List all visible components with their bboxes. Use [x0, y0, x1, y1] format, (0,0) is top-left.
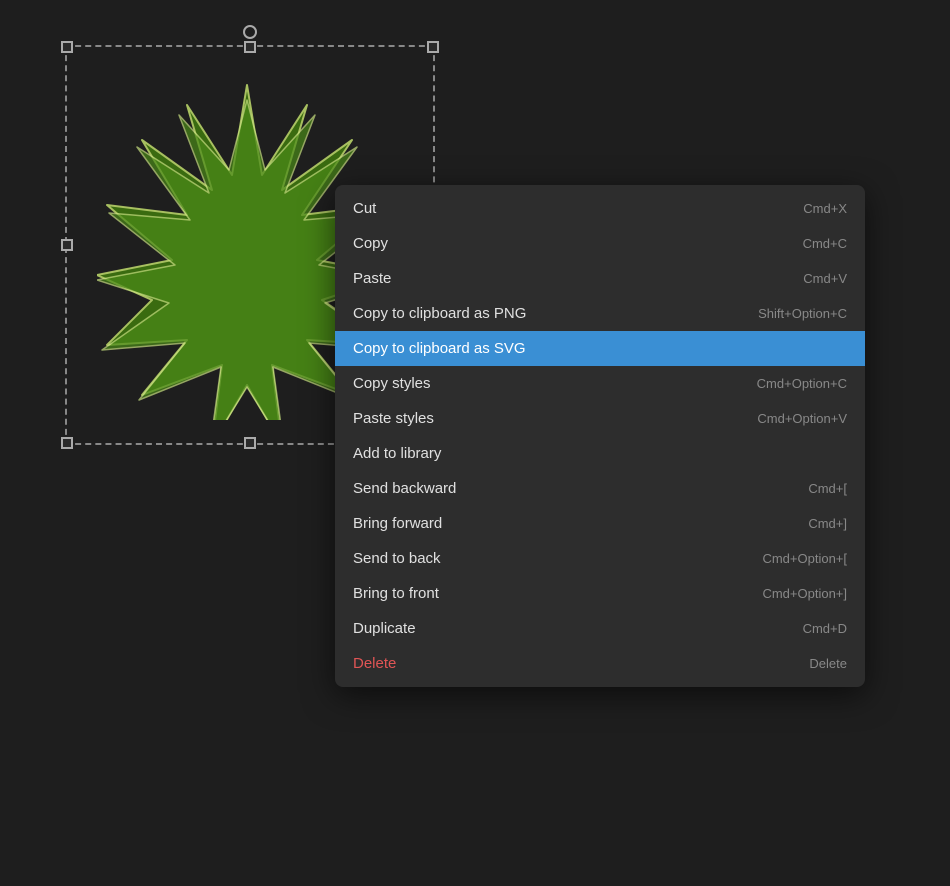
menu-item-label-copy-png: Copy to clipboard as PNG: [353, 305, 526, 322]
menu-item-shortcut-paste: Cmd+V: [803, 271, 847, 286]
menu-item-cut[interactable]: Cut Cmd+X: [335, 191, 865, 226]
handle-top-left[interactable]: [61, 41, 73, 53]
menu-item-shortcut-copy-styles: Cmd+Option+C: [757, 376, 847, 391]
menu-item-shortcut-delete: Delete: [809, 656, 847, 671]
menu-item-label-delete: Delete: [353, 655, 396, 672]
menu-item-shortcut-cut: Cmd+X: [803, 201, 847, 216]
menu-item-copy[interactable]: Copy Cmd+C: [335, 226, 865, 261]
canvas: Cut Cmd+X Copy Cmd+C Paste Cmd+V Copy to clipb…: [0, 0, 950, 886]
handle-middle-left[interactable]: [61, 239, 73, 251]
menu-item-label-bring-forward: Bring forward: [353, 515, 442, 532]
menu-item-label-paste-styles: Paste styles: [353, 410, 434, 427]
menu-item-label-paste: Paste: [353, 270, 391, 287]
menu-item-label-cut: Cut: [353, 200, 376, 217]
menu-item-label-copy: Copy: [353, 235, 388, 252]
menu-item-shortcut-paste-styles: Cmd+Option+V: [757, 411, 847, 426]
menu-item-label-send-back: Send to back: [353, 550, 441, 567]
menu-item-shortcut-send-backward: Cmd+[: [808, 481, 847, 496]
menu-item-label-add-library: Add to library: [353, 445, 441, 462]
menu-item-shortcut-send-back: Cmd+Option+[: [762, 551, 847, 566]
menu-item-shortcut-bring-front: Cmd+Option+]: [762, 586, 847, 601]
menu-item-label-send-backward: Send backward: [353, 480, 456, 497]
menu-item-shortcut-copy: Cmd+C: [803, 236, 847, 251]
handle-bottom-middle[interactable]: [244, 437, 256, 449]
menu-item-shortcut-bring-forward: Cmd+]: [808, 516, 847, 531]
menu-item-shortcut-duplicate: Cmd+D: [803, 621, 847, 636]
menu-item-bring-front[interactable]: Bring to front Cmd+Option+]: [335, 576, 865, 611]
menu-item-send-back[interactable]: Send to back Cmd+Option+[: [335, 541, 865, 576]
menu-item-label-copy-styles: Copy styles: [353, 375, 431, 392]
menu-item-add-library[interactable]: Add to library: [335, 436, 865, 471]
menu-item-paste[interactable]: Paste Cmd+V: [335, 261, 865, 296]
menu-item-duplicate[interactable]: Duplicate Cmd+D: [335, 611, 865, 646]
handle-bottom-left[interactable]: [61, 437, 73, 449]
menu-item-copy-png[interactable]: Copy to clipboard as PNG Shift+Option+C: [335, 296, 865, 331]
menu-item-paste-styles[interactable]: Paste styles Cmd+Option+V: [335, 401, 865, 436]
rotate-handle[interactable]: [243, 25, 257, 39]
handle-top-right[interactable]: [427, 41, 439, 53]
menu-item-copy-styles[interactable]: Copy styles Cmd+Option+C: [335, 366, 865, 401]
menu-item-label-copy-svg: Copy to clipboard as SVG: [353, 340, 526, 357]
menu-item-bring-forward[interactable]: Bring forward Cmd+]: [335, 506, 865, 541]
menu-item-label-bring-front: Bring to front: [353, 585, 439, 602]
menu-item-copy-svg[interactable]: Copy to clipboard as SVG: [335, 331, 865, 366]
menu-item-shortcut-copy-png: Shift+Option+C: [758, 306, 847, 321]
context-menu: Cut Cmd+X Copy Cmd+C Paste Cmd+V Copy to clipb…: [335, 185, 865, 687]
menu-item-label-duplicate: Duplicate: [353, 620, 416, 637]
handle-top-middle[interactable]: [244, 41, 256, 53]
menu-item-send-backward[interactable]: Send backward Cmd+[: [335, 471, 865, 506]
menu-item-delete[interactable]: Delete Delete: [335, 646, 865, 681]
